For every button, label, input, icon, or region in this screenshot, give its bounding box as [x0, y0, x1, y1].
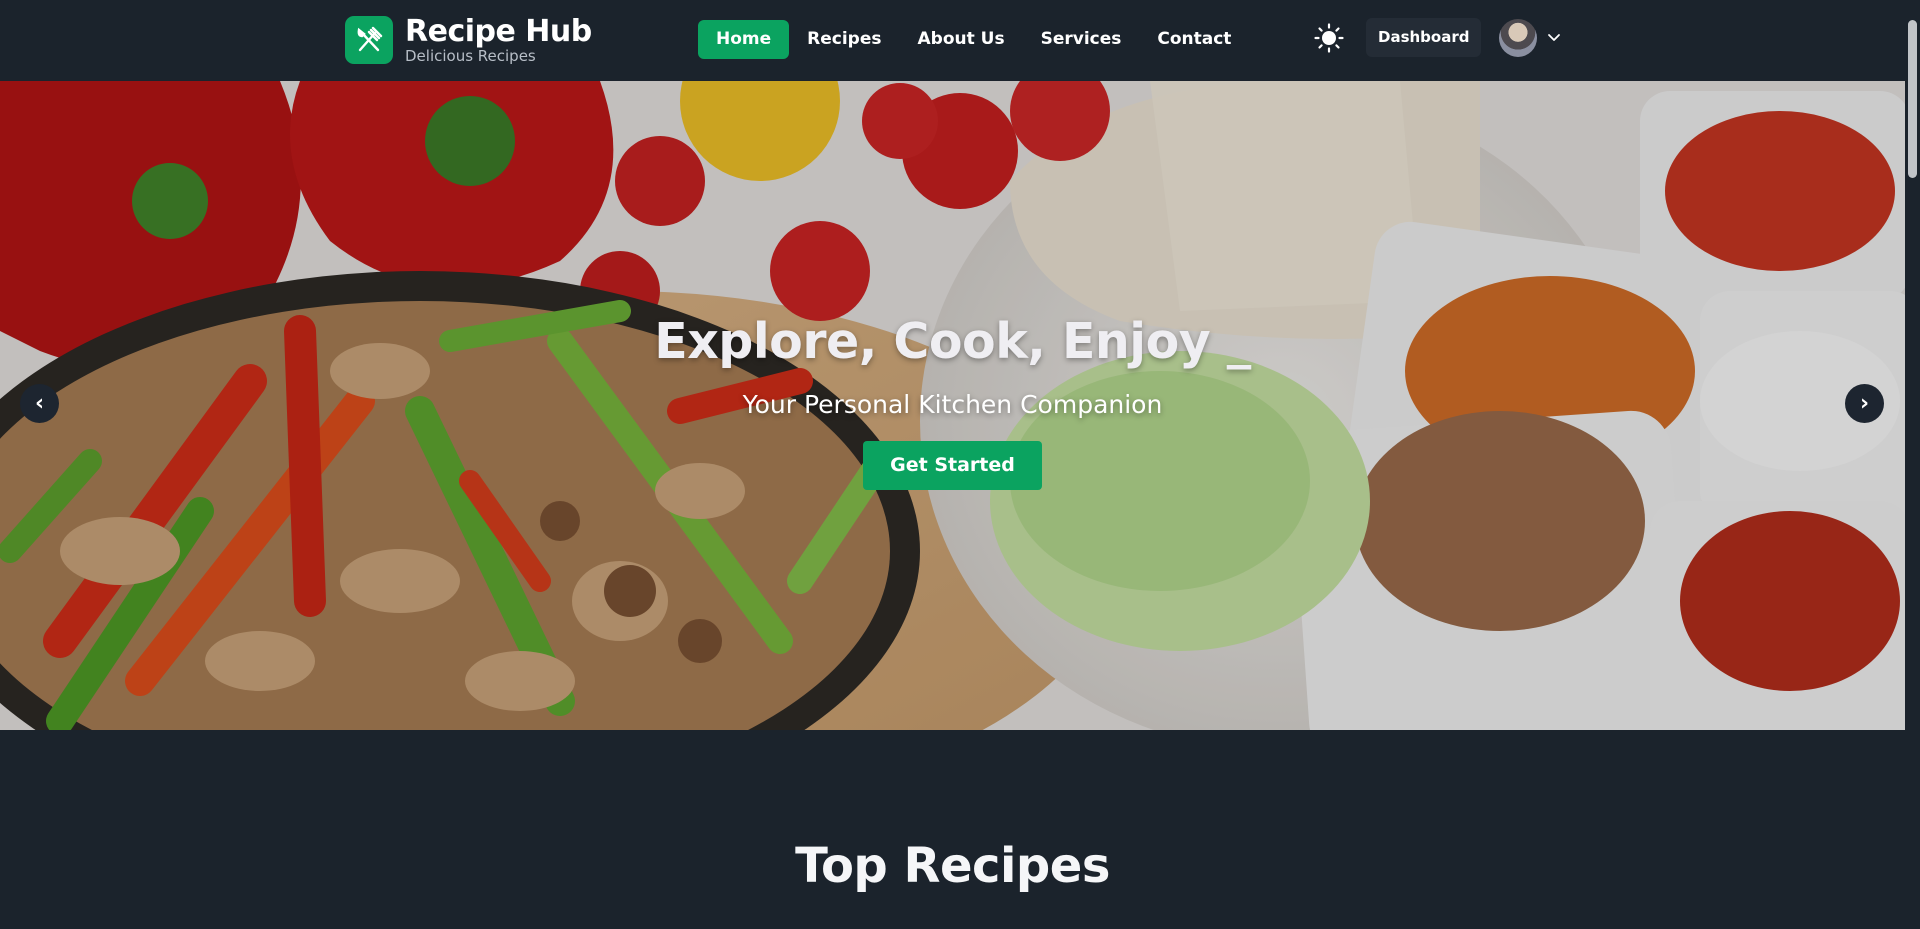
- brand[interactable]: Recipe Hub Delicious Recipes: [345, 16, 592, 64]
- hero-title: Explore, Cook, Enjoy _: [654, 313, 1251, 370]
- page-scrollbar[interactable]: [1905, 0, 1920, 929]
- nav-item-services[interactable]: Services: [1023, 20, 1140, 59]
- sun-icon[interactable]: [1312, 21, 1346, 55]
- nav-item-home[interactable]: Home: [698, 20, 790, 59]
- nav-item-about-us[interactable]: About Us: [900, 20, 1023, 59]
- header-actions: Dashboard: [1312, 18, 1563, 57]
- chevron-down-icon[interactable]: [1545, 29, 1563, 47]
- user-avatar[interactable]: [1499, 18, 1538, 57]
- brand-title: Recipe Hub: [405, 14, 592, 49]
- hero-carousel: Explore, Cook, Enjoy _ Your Personal Kit…: [0, 81, 1905, 730]
- dashboard-button[interactable]: Dashboard: [1366, 18, 1482, 57]
- nav-item-contact[interactable]: Contact: [1139, 20, 1249, 59]
- hero-subtitle: Your Personal Kitchen Companion: [742, 390, 1163, 419]
- carousel-prev-button[interactable]: ‹: [20, 384, 59, 423]
- main-nav: Home Recipes About Us Services Contact: [698, 20, 1249, 59]
- scrollbar-thumb[interactable]: [1908, 20, 1917, 178]
- carousel-next-button[interactable]: ›: [1845, 384, 1884, 423]
- nav-item-recipes[interactable]: Recipes: [789, 20, 899, 59]
- navbar: Recipe Hub Delicious Recipes Home Recipe…: [0, 0, 1905, 81]
- get-started-button[interactable]: Get Started: [863, 441, 1042, 490]
- fork-knife-icon: [345, 16, 393, 64]
- top-recipes-heading: Top Recipes: [795, 838, 1110, 894]
- brand-subtitle: Delicious Recipes: [405, 47, 536, 65]
